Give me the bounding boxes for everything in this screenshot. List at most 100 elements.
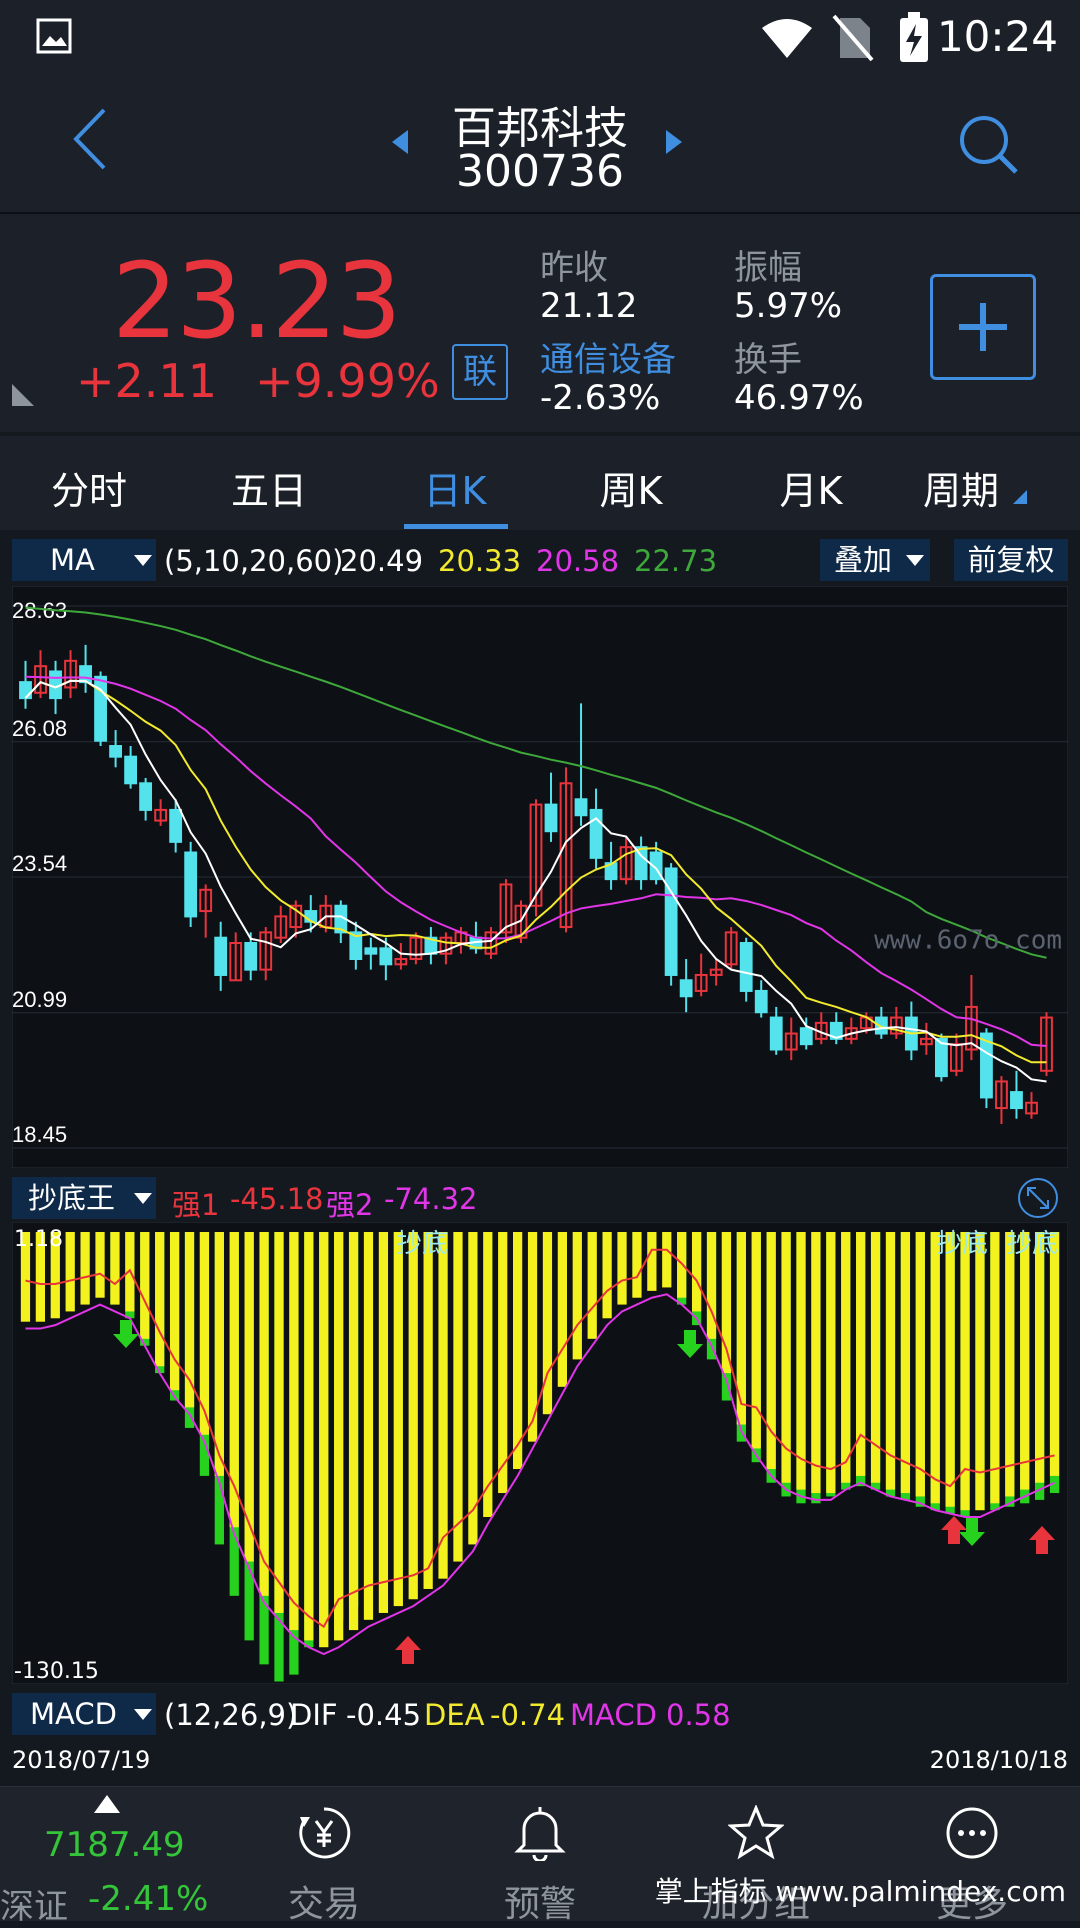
index-change: -2.41%	[88, 1879, 209, 1919]
yellow-bar	[140, 1232, 150, 1339]
macd-label: MACD	[570, 1698, 657, 1732]
y-tick-label: 18.45	[12, 1122, 67, 1147]
yellow-bar	[691, 1232, 702, 1312]
macd-selector-label: MACD	[30, 1697, 117, 1731]
yellow-bar	[572, 1232, 582, 1360]
star-icon	[728, 1805, 784, 1860]
link-badge[interactable]: 联	[452, 344, 508, 400]
battery-charging-icon	[900, 12, 928, 62]
candle-body	[139, 782, 153, 811]
chart-watermark: www.6o7o.com	[874, 925, 1062, 955]
subchart-indicator-row: 抄底王 强1 -45.18 强2 -74.32	[0, 1174, 1080, 1222]
yellow-bar	[1035, 1232, 1045, 1483]
amplitude-label: 振幅	[734, 248, 802, 288]
candle-body	[19, 681, 32, 700]
overlay-selector[interactable]: 叠加	[820, 539, 930, 581]
price-change: +2.11	[76, 354, 217, 408]
yellow-bar	[1020, 1232, 1030, 1490]
candle-body	[169, 808, 183, 843]
yellow-bar	[155, 1232, 165, 1367]
chevron-down-icon	[906, 555, 924, 566]
yellow-bar	[169, 1232, 180, 1391]
prev-close-label: 昨收	[540, 248, 608, 288]
nav-trade[interactable]: 交易	[224, 1787, 424, 1925]
nav-alert[interactable]: 预警	[440, 1787, 640, 1925]
yellow-bar	[363, 1232, 374, 1620]
yuan-icon	[299, 1807, 351, 1859]
yellow-bar	[80, 1232, 90, 1305]
y-bottom-label: -130.15	[14, 1659, 99, 1684]
corner-dropdown-icon	[1013, 490, 1028, 504]
period-tabs: 分时 五日 日K 周K 月K 周期	[0, 436, 1080, 530]
yellow-bar	[319, 1232, 329, 1648]
end-date: 2018/10/18	[929, 1746, 1068, 1774]
yellow-bar	[751, 1232, 761, 1449]
candle-body	[754, 989, 768, 1014]
date-axis: 2018/07/19 2018/10/18	[0, 1742, 1080, 1778]
yellow-bar	[811, 1232, 821, 1494]
index-ticker[interactable]: 7187.49 深证 -2.41%	[0, 1787, 210, 1927]
yellow-bar	[274, 1232, 284, 1613]
strong1-value: -45.18	[230, 1182, 324, 1216]
search-icon[interactable]	[956, 112, 1020, 176]
y-top-label: 1.18	[14, 1227, 63, 1252]
candle-body	[364, 947, 378, 955]
clock: 10:24	[936, 12, 1058, 61]
turnover-value: 46.97%	[734, 378, 864, 418]
fullscreen-icon[interactable]	[1016, 1176, 1060, 1220]
tab-intraday[interactable]: 分时	[24, 460, 154, 515]
stock-code: 300736	[456, 146, 624, 197]
chevron-down-icon	[134, 1193, 152, 1204]
next-stock-icon[interactable]	[664, 128, 684, 156]
yellow-bar	[885, 1232, 896, 1490]
header: 百邦科技 300736	[0, 80, 1080, 214]
strong2-label: 强2	[326, 1188, 374, 1222]
ma-params: (5,10,20,60)	[164, 544, 344, 578]
candlestick-chart[interactable]: 28.6326.0823.5420.9918.45www.6o7o.com	[12, 586, 1068, 1168]
strong2-value: -74.32	[384, 1182, 478, 1216]
last-price: 23.23	[112, 240, 402, 362]
tab-period[interactable]: 周期	[910, 460, 1040, 515]
chevron-down-icon	[134, 1709, 152, 1720]
yellow-bar	[602, 1232, 612, 1319]
ma-selector[interactable]: MA	[12, 539, 156, 581]
candle-body	[544, 803, 558, 833]
yellow-bar	[95, 1232, 105, 1298]
yellow-bar	[348, 1232, 359, 1631]
macd-indicator-row: MACD (12,26,9) DIF -0.45 DEA -0.74 MACD …	[0, 1690, 1080, 1738]
yellow-bar	[110, 1232, 120, 1305]
tab-weekly-k[interactable]: 周K	[566, 460, 696, 515]
macd-selector[interactable]: MACD	[12, 1693, 156, 1735]
no-sim-icon	[832, 14, 874, 62]
prev-close-value: 21.12	[540, 286, 638, 326]
active-tab-indicator	[404, 524, 508, 529]
start-date: 2018/07/19	[12, 1746, 151, 1774]
yellow-bar	[542, 1232, 553, 1415]
yellow-bar	[423, 1232, 433, 1589]
add-watchlist-button[interactable]	[930, 274, 1036, 380]
yellow-bar	[408, 1232, 418, 1600]
adjust-button[interactable]: 前复权	[954, 539, 1068, 581]
sector-link[interactable]: 通信设备	[540, 332, 676, 381]
yellow-bar	[841, 1232, 851, 1483]
overlay-label: 叠加	[834, 543, 893, 577]
corner-expand-icon[interactable]	[10, 382, 36, 408]
yellow-bar	[244, 1232, 254, 1562]
yellow-bar	[766, 1232, 776, 1470]
subchart-selector-label: 抄底王	[28, 1181, 116, 1215]
sector-change: -2.63%	[540, 378, 661, 418]
dif-label: DIF	[290, 1698, 338, 1732]
chaodiwang-chart[interactable]: 1.18-130.15抄底 抄底 抄底	[12, 1222, 1068, 1684]
yellow-bar	[214, 1232, 224, 1476]
candle-body	[184, 851, 198, 918]
tab-monthly-k[interactable]: 月K	[746, 460, 876, 515]
ma20-value: 20.58	[536, 544, 620, 578]
tab-five-day[interactable]: 五日	[204, 460, 334, 515]
yellow-bar	[498, 1232, 508, 1494]
up-triangle-icon	[94, 1795, 120, 1813]
tab-daily-k[interactable]: 日K	[390, 460, 520, 515]
subchart-selector[interactable]: 抄底王	[12, 1177, 156, 1219]
yellow-bar	[438, 1232, 448, 1579]
ma10-value: 20.33	[438, 544, 522, 578]
strong1-label: 强1	[172, 1188, 220, 1222]
